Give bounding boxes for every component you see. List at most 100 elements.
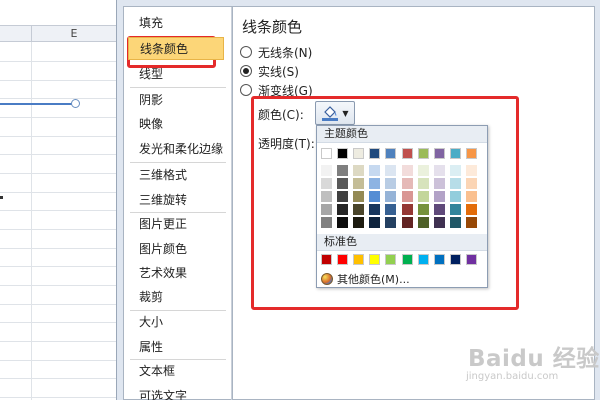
nav-item[interactable]: 填充 [128,12,224,35]
theme-shade-swatch[interactable] [369,217,380,228]
solid-line-radio[interactable] [240,65,252,77]
theme-shade-swatch[interactable] [353,165,364,176]
theme-shade-swatch[interactable] [450,217,461,228]
nav-item[interactable]: 裁剪 [128,286,224,309]
standard-color-swatch[interactable] [369,254,380,265]
theme-shade-swatch[interactable] [337,191,348,202]
nav-separator [130,212,226,213]
standard-color-swatch[interactable] [353,254,364,265]
theme-shade-swatch[interactable] [321,191,332,202]
theme-shade-swatch[interactable] [402,191,413,202]
nav-item[interactable]: 线型 [128,63,224,86]
theme-shade-swatch[interactable] [466,165,477,176]
nav-item[interactable]: 映像 [128,113,224,136]
standard-color-swatch[interactable] [402,254,413,265]
theme-shade-swatch[interactable] [434,178,445,189]
theme-shade-swatch[interactable] [353,191,364,202]
nav-item[interactable]: 可选文字 [128,385,224,400]
theme-shade-swatch[interactable] [466,217,477,228]
theme-shade-swatch[interactable] [418,178,429,189]
theme-shade-swatch[interactable] [385,178,396,189]
theme-shade-swatch[interactable] [418,204,429,215]
nav-item[interactable]: 图片颜色 [128,238,224,261]
standard-color-swatch[interactable] [321,254,332,265]
theme-shade-swatch[interactable] [466,204,477,215]
theme-color-swatch[interactable] [353,148,364,159]
nav-item[interactable]: 属性 [128,336,224,359]
theme-shade-swatch[interactable] [418,191,429,202]
theme-color-swatch[interactable] [321,148,332,159]
theme-color-swatch[interactable] [466,148,477,159]
theme-shade-swatch[interactable] [402,204,413,215]
column-header-e[interactable]: E [31,26,116,42]
more-colors-item[interactable]: 其他颜色(M)... [321,271,410,286]
option-no-line[interactable]: 无线条(N) [240,44,312,60]
nav-item[interactable]: 艺术效果 [128,262,224,285]
nav-item[interactable]: 阴影 [128,89,224,112]
theme-shade-swatch[interactable] [466,191,477,202]
theme-shade-swatch[interactable] [434,204,445,215]
theme-shade-swatch[interactable] [321,178,332,189]
theme-shade-swatch[interactable] [337,178,348,189]
theme-shade-swatch[interactable] [353,178,364,189]
theme-color-swatch[interactable] [402,148,413,159]
theme-shade-swatch[interactable] [450,204,461,215]
standard-color-swatch[interactable] [434,254,445,265]
selected-line-shape[interactable] [0,103,76,105]
theme-shade-swatch[interactable] [321,217,332,228]
theme-shade-swatch[interactable] [337,217,348,228]
nav-item[interactable]: 图片更正 [128,213,224,236]
nav-item[interactable]: 发光和柔化边缘 [128,138,224,161]
theme-shade-swatch[interactable] [321,204,332,215]
theme-shade-swatch[interactable] [434,165,445,176]
theme-shade-swatch[interactable] [450,191,461,202]
theme-shade-swatch[interactable] [321,165,332,176]
theme-shade-swatch[interactable] [369,165,380,176]
theme-shade-swatch[interactable] [402,217,413,228]
theme-shade-swatch[interactable] [418,165,429,176]
theme-color-swatch[interactable] [434,148,445,159]
theme-color-swatch[interactable] [385,148,396,159]
standard-color-swatch[interactable] [418,254,429,265]
grid-line [0,266,116,267]
theme-color-swatch[interactable] [418,148,429,159]
theme-shade-swatch[interactable] [353,217,364,228]
theme-shade-swatch[interactable] [434,217,445,228]
theme-shade-swatch[interactable] [450,165,461,176]
theme-shade-swatch[interactable] [402,178,413,189]
theme-color-swatch[interactable] [337,148,348,159]
nav-item[interactable]: 线条颜色 [128,37,224,60]
theme-shade-swatch[interactable] [353,204,364,215]
theme-shade-swatch[interactable] [385,191,396,202]
nav-item[interactable]: 大小 [128,311,224,334]
theme-shade-swatch[interactable] [385,204,396,215]
standard-color-swatch[interactable] [337,254,348,265]
theme-shade-swatch[interactable] [369,191,380,202]
line-end-handle[interactable] [71,99,80,108]
nav-item[interactable]: 文本框 [128,360,224,383]
no-line-radio[interactable] [240,46,252,58]
theme-shade-swatch[interactable] [337,165,348,176]
standard-color-swatch[interactable] [450,254,461,265]
grid-line [0,304,116,305]
theme-shade-swatch[interactable] [337,204,348,215]
theme-color-swatch[interactable] [450,148,461,159]
theme-shade-swatch[interactable] [385,217,396,228]
grid-line [0,397,116,398]
theme-shade-swatch[interactable] [369,178,380,189]
theme-shade-swatch[interactable] [402,165,413,176]
theme-shade-swatch[interactable] [466,178,477,189]
grid-line [0,136,116,137]
nav-item[interactable]: 三维格式 [128,164,224,187]
theme-shade-swatch[interactable] [385,165,396,176]
option-solid-line[interactable]: 实线(S) [240,63,299,79]
gradient-line-radio[interactable] [240,84,252,96]
theme-shade-swatch[interactable] [450,178,461,189]
standard-color-swatch[interactable] [466,254,477,265]
theme-shade-swatch[interactable] [418,217,429,228]
theme-shade-swatch[interactable] [369,204,380,215]
theme-color-swatch[interactable] [369,148,380,159]
nav-item[interactable]: 三维旋转 [128,189,224,212]
theme-shade-swatch[interactable] [434,191,445,202]
standard-color-swatch[interactable] [385,254,396,265]
